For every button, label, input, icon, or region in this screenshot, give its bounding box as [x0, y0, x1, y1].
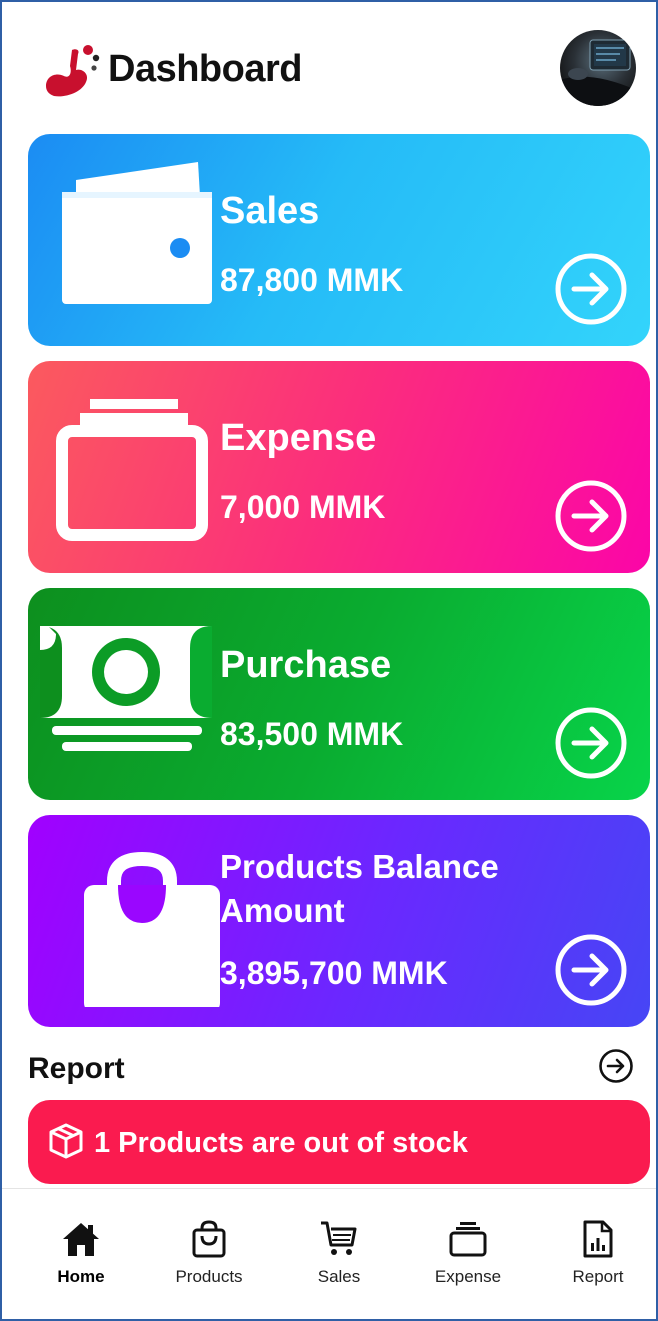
nav-report[interactable]: Report [543, 1219, 653, 1289]
expense-title: Expense [220, 417, 377, 459]
report-icon [583, 1220, 613, 1258]
cash-icon [40, 626, 212, 751]
sales-value: 87,800 MMK [220, 262, 404, 298]
nav-sales[interactable]: Sales [284, 1219, 394, 1289]
nav-report-label: Report [572, 1267, 624, 1286]
expense-value: 7,000 MMK [220, 489, 386, 525]
products-balance-title: Products Balance Amount [220, 848, 499, 929]
user-avatar[interactable] [560, 30, 636, 106]
wallet-icon [62, 162, 212, 304]
products-balance-value: 3,895,700 MMK [220, 955, 448, 991]
box-stack-icon [56, 399, 208, 541]
box-stack-icon [449, 1222, 487, 1257]
expense-card[interactable]: Expense 7,000 MMK [28, 361, 650, 573]
report-section-header[interactable]: Report [28, 1046, 638, 1090]
products-arrow-right-icon[interactable] [554, 933, 628, 1007]
nav-products[interactable]: Products [154, 1219, 264, 1289]
nav-home-label: Home [57, 1267, 105, 1286]
purchase-card[interactable]: Purchase 83,500 MMK [28, 588, 650, 800]
avatar-image [560, 39, 636, 106]
arrow-right-circle-icon[interactable] [598, 1048, 634, 1084]
expense-arrow-right-icon[interactable] [554, 479, 628, 553]
nav-products-label: Products [175, 1267, 243, 1286]
purchase-arrow-right-icon[interactable] [554, 706, 628, 780]
bottom-navigation: Home Products Sales Expense Report [2, 1188, 656, 1319]
sales-card[interactable]: Sales 87,800 MMK [28, 134, 650, 346]
cart-icon [321, 1221, 357, 1255]
app-frame: Dashboard Sales 87,800 MMK Expense 7,000… [0, 0, 658, 1321]
home-icon [63, 1223, 99, 1256]
nav-expense-label: Expense [434, 1267, 502, 1286]
nav-expense[interactable]: Expense [413, 1219, 523, 1289]
out-of-stock-text: 1 Products are out of stock [94, 1127, 468, 1159]
report-title: Report [28, 1052, 125, 1085]
products-balance-card[interactable]: Products Balance Amount 3,895,700 MMK [28, 815, 650, 1027]
app-logo-icon [46, 45, 100, 97]
out-of-stock-alert[interactable]: 1 Products are out of stock [28, 1100, 650, 1184]
app-header: Dashboard [2, 2, 656, 132]
nav-home[interactable]: Home [26, 1219, 136, 1289]
shopping-bag-icon [192, 1220, 226, 1258]
sales-title: Sales [220, 190, 320, 232]
cube-icon [49, 1123, 83, 1159]
purchase-title: Purchase [220, 644, 392, 686]
sales-arrow-right-icon[interactable] [554, 252, 628, 326]
purchase-value: 83,500 MMK [220, 716, 404, 752]
shopping-bag-icon [84, 851, 220, 1007]
nav-sales-label: Sales [317, 1267, 361, 1286]
page-title: Dashboard [108, 48, 302, 90]
